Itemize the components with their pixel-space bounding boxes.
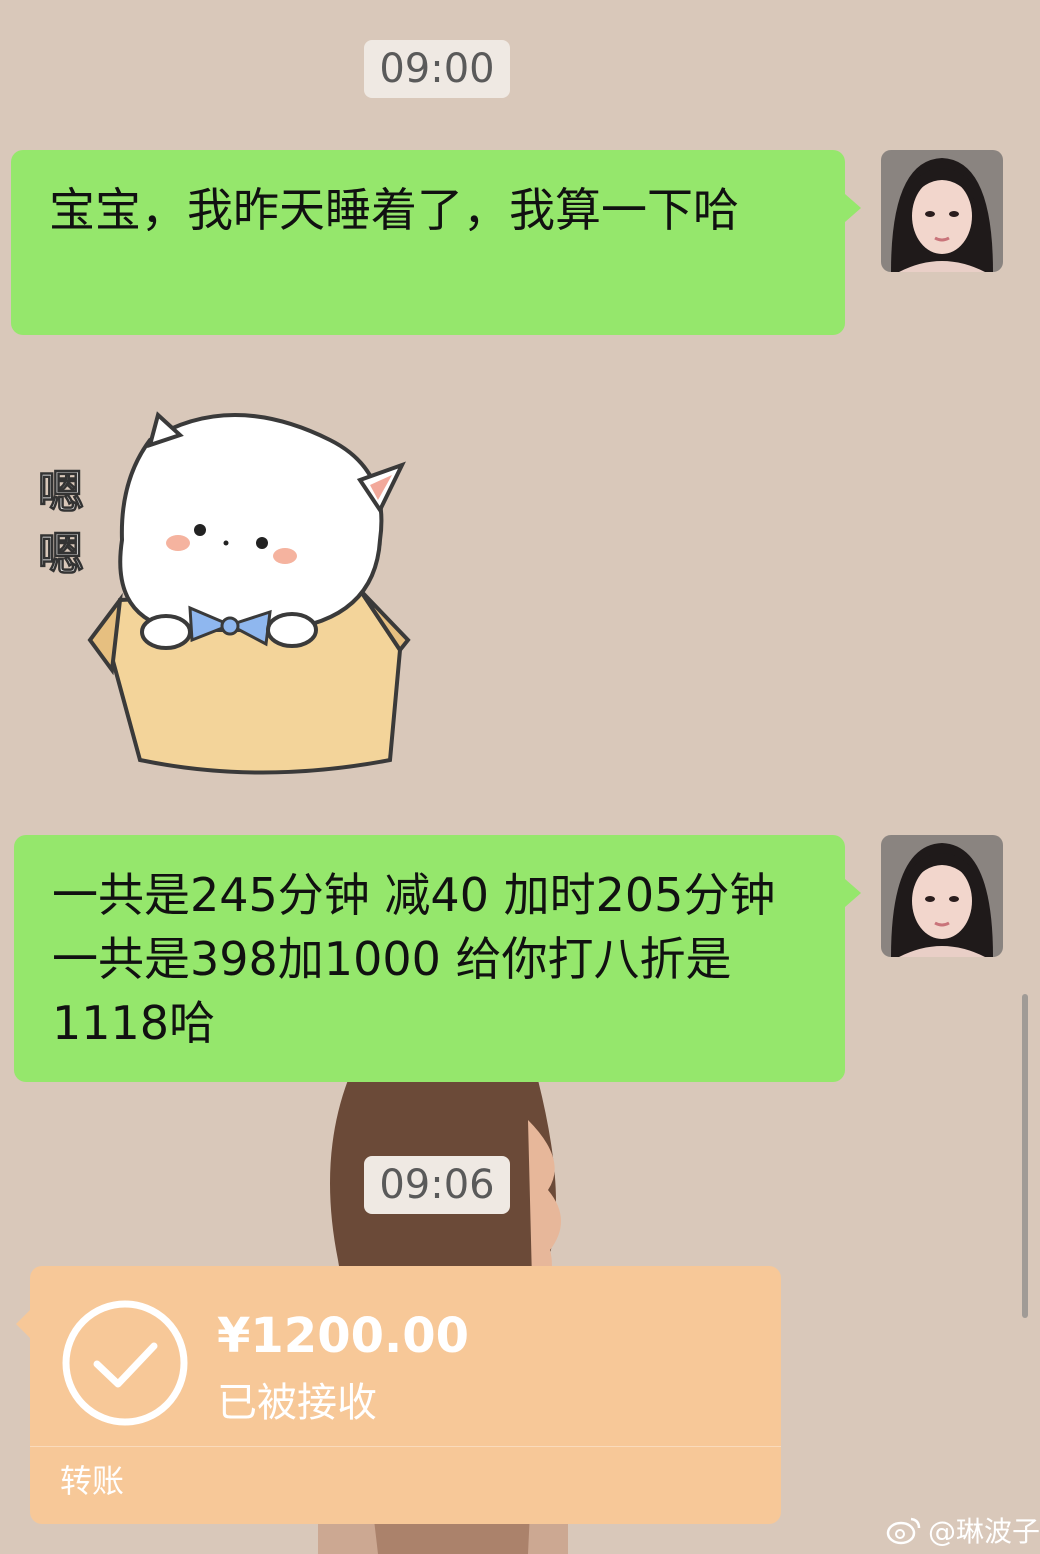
- timestamp: 09:06: [364, 1156, 510, 1214]
- message-text: 宝宝，我昨天睡着了，我算一下哈: [49, 183, 739, 237]
- message-bubble[interactable]: 宝宝，我昨天睡着了，我算一下哈: [11, 150, 861, 335]
- scrollbar[interactable]: [1022, 994, 1028, 1318]
- transfer-amount: ¥1200.00: [217, 1308, 470, 1364]
- transfer-status: 已被接收: [217, 1380, 377, 1426]
- timestamp: 09:00: [364, 40, 510, 98]
- transfer-label: 转账: [60, 1462, 125, 1500]
- check-circle-icon: [62, 1300, 188, 1426]
- bubble-tail: [845, 879, 861, 907]
- cat-in-box-sticker[interactable]: 嗯嗯: [30, 400, 415, 785]
- watermark: @琳波子: [886, 1512, 1040, 1548]
- avatar[interactable]: [881, 150, 1003, 272]
- bubble-tail: [16, 1310, 30, 1338]
- divider: [30, 1446, 781, 1447]
- message-bubble[interactable]: 一共是245分钟 减40 加时205分钟 一共是398加1000 给你打八折是1…: [14, 835, 861, 1082]
- avatar[interactable]: [881, 835, 1003, 957]
- bubble-tail: [845, 194, 861, 222]
- weibo-icon: [886, 1517, 921, 1545]
- watermark-text: @琳波子: [928, 1515, 1040, 1548]
- transfer-card[interactable]: ¥1200.00 已被接收 转账: [16, 1266, 781, 1524]
- message-text: 一共是245分钟 减40 加时205分钟 一共是398加1000 给你打八折是1…: [52, 868, 776, 1050]
- sticker-caption-1: 嗯嗯: [38, 465, 84, 581]
